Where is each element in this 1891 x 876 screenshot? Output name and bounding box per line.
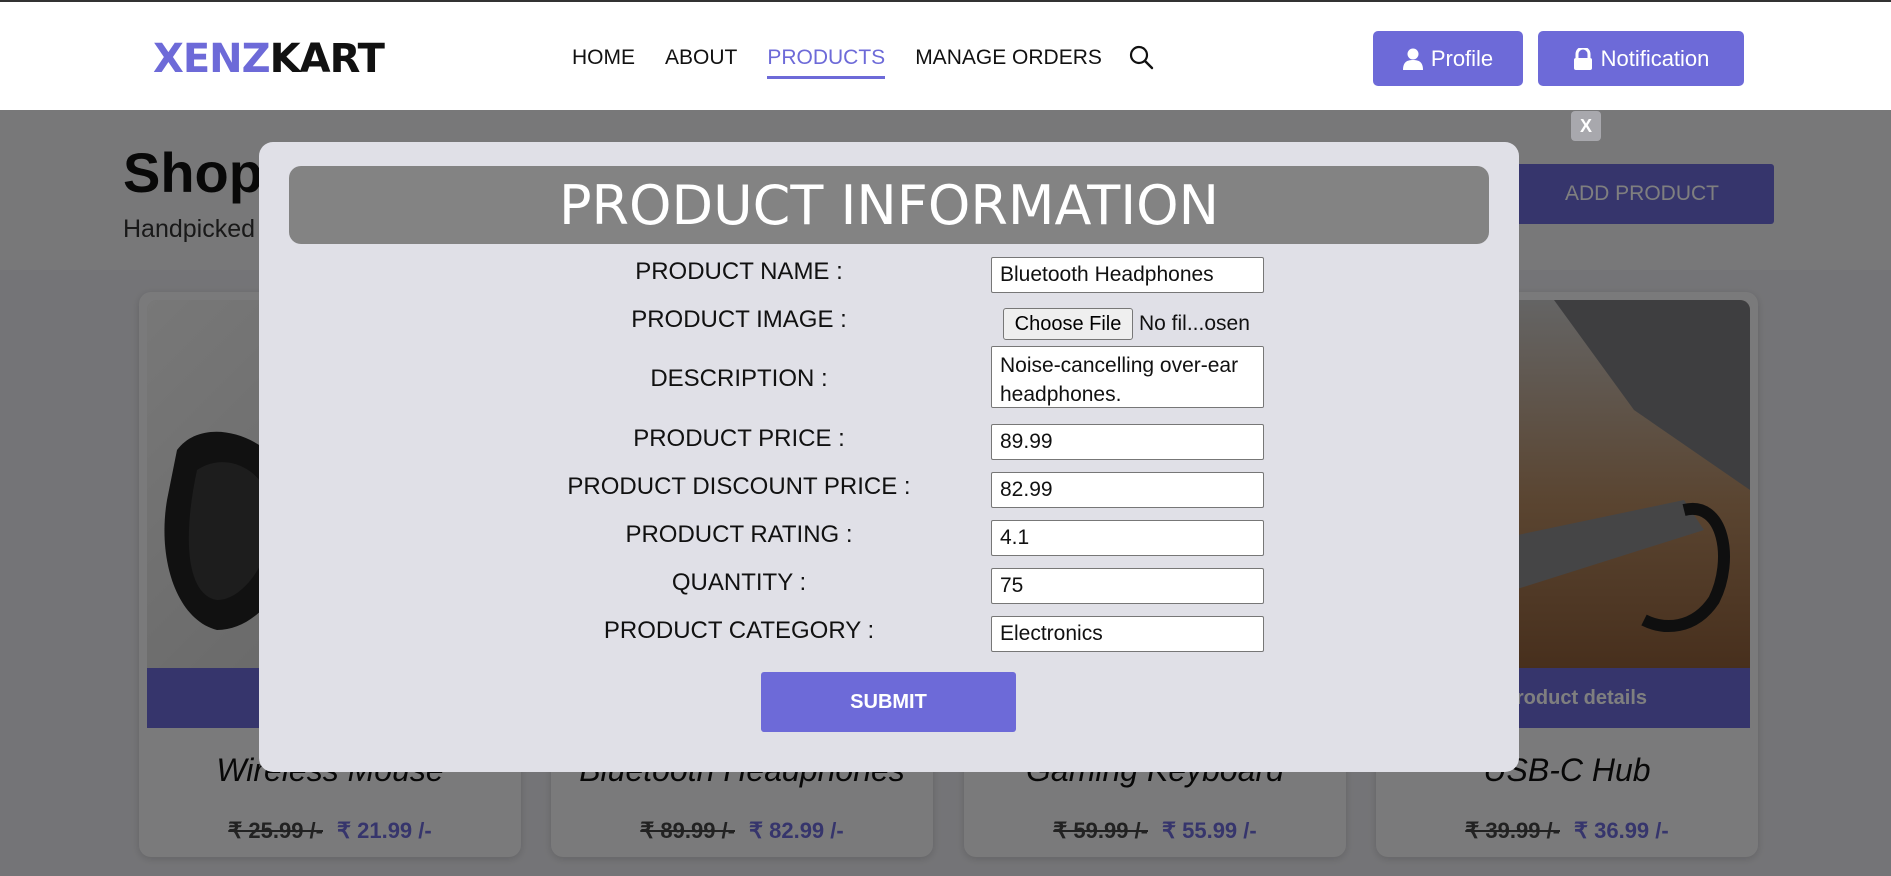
search-icon[interactable] <box>1128 44 1154 70</box>
label-product-rating: PRODUCT RATING : <box>625 521 853 548</box>
discount-price-input[interactable] <box>991 472 1264 508</box>
nav-links: HOME ABOUT PRODUCTS MANAGE ORDERS <box>572 46 1132 79</box>
label-product-category: PRODUCT CATEGORY : <box>603 617 875 644</box>
modal-title: PRODUCT INFORMATION <box>289 166 1489 244</box>
nav-products[interactable]: PRODUCTS <box>767 46 886 79</box>
label-discount-price: PRODUCT DISCOUNT PRICE : <box>567 473 911 500</box>
close-modal-button[interactable]: X <box>1571 111 1601 141</box>
product-category-input[interactable] <box>991 616 1264 652</box>
nav-about[interactable]: ABOUT <box>665 46 737 79</box>
quantity-input[interactable] <box>991 568 1264 604</box>
product-price-input[interactable] <box>991 424 1264 460</box>
label-product-name: PRODUCT NAME : <box>635 258 843 285</box>
logo-part-1: XENZ <box>153 36 271 82</box>
label-description: DESCRIPTION : <box>650 365 828 392</box>
choose-file-button[interactable]: Choose File <box>1003 308 1133 340</box>
profile-button[interactable]: Profile <box>1373 31 1523 86</box>
nav-home[interactable]: HOME <box>572 46 635 79</box>
nav-manage-orders[interactable]: MANAGE ORDERS <box>915 46 1102 79</box>
label-quantity: QUANTITY : <box>671 569 807 596</box>
top-navbar: XENZKART HOME ABOUT PRODUCTS MANAGE ORDE… <box>0 0 1891 110</box>
file-status-text: No fil...osen <box>1139 312 1250 335</box>
logo-part-2: KART <box>269 36 385 82</box>
site-logo[interactable]: XENZKART <box>153 36 385 82</box>
user-icon <box>1402 48 1423 70</box>
product-info-modal: PRODUCT INFORMATION PRODUCT NAME : PRODU… <box>259 142 1519 772</box>
lock-icon <box>1573 47 1592 70</box>
notification-label: Notification <box>1600 45 1710 71</box>
description-textarea[interactable]: Noise-cancelling over-ear headphones. <box>991 346 1264 408</box>
file-upload: Choose File No fil...osen <box>1003 308 1250 340</box>
submit-button[interactable]: SUBMIT <box>761 672 1016 732</box>
label-product-image: PRODUCT IMAGE : <box>631 306 847 333</box>
profile-label: Profile <box>1430 45 1494 71</box>
notification-button[interactable]: Notification <box>1538 31 1744 86</box>
product-rating-input[interactable] <box>991 520 1264 556</box>
product-name-input[interactable] <box>991 257 1264 293</box>
label-product-price: PRODUCT PRICE : <box>633 425 845 452</box>
